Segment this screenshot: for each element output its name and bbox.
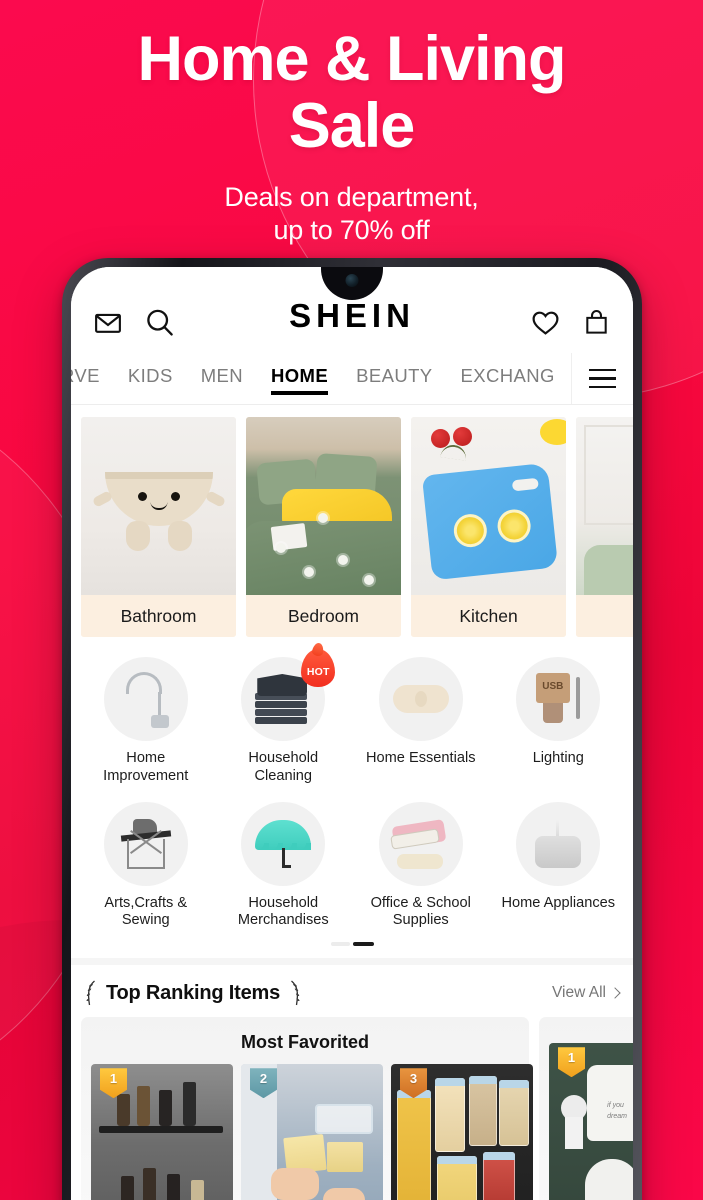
subcategory-household-merchandises[interactable]: Household Merchandises	[215, 796, 353, 941]
nav-tab-beauty[interactable]: BEAUTY	[356, 361, 432, 397]
nav-tab-exchange[interactable]: EXCHANG	[461, 361, 555, 397]
promo-title-line2: Sale	[288, 91, 416, 162]
subcategory-home-essentials[interactable]: Home Essentials	[352, 651, 490, 796]
ranking-card-title: Most Favorited	[240, 1032, 369, 1053]
nav-tab-list[interactable]: RVE KIDS MEN HOME BEAUTY EXCHANG	[71, 353, 571, 404]
category-card-label: Bedroom	[246, 595, 401, 637]
subcategory-label: Household Cleaning	[248, 750, 319, 784]
category-card-label: Bathroom	[81, 595, 236, 637]
top-ranking-title: Top Ranking Items	[106, 981, 281, 1004]
view-all-label: View All	[552, 984, 606, 1002]
ranking-card-next[interactable]: 1 if you dream	[539, 1017, 633, 1200]
ranking-item-1[interactable]: 1 if you dream	[549, 1043, 633, 1200]
subcategory-arts-crafts-sewing[interactable]: Arts,Crafts & Sewing	[77, 796, 215, 941]
category-card-kitchen[interactable]: Kitchen	[411, 417, 566, 637]
grid-pagination-indicator[interactable]	[71, 940, 633, 959]
subcategory-household-cleaning[interactable]: HOT Household Cleaning	[215, 649, 353, 796]
envelope-icon[interactable]	[93, 308, 123, 343]
subcategory-label: Arts,Crafts & Sewing	[104, 894, 188, 929]
laurel-right-icon	[291, 980, 300, 1006]
umbrella-icon	[241, 801, 326, 886]
category-card-living[interactable]: L	[576, 417, 633, 637]
category-card-label: L	[576, 595, 633, 637]
cutting-board-image	[411, 417, 566, 595]
shopping-bag-icon[interactable]	[582, 308, 611, 342]
promo-page: Home & Living Sale Deals on department, …	[0, 0, 703, 1200]
chevron-right-icon	[609, 987, 621, 999]
sewing-machine-icon	[103, 801, 188, 886]
category-card-bedroom[interactable]: Bedroom	[246, 417, 401, 637]
subcategory-office-school-supplies[interactable]: Office & School Supplies	[352, 796, 490, 941]
cleaning-cloths-icon: HOT	[241, 649, 336, 741]
humidifier-icon	[516, 801, 601, 886]
subcategory-label: Household Merchandises	[237, 894, 329, 929]
category-card-carousel[interactable]: Bathroom Bedroom Kitchen	[71, 405, 633, 637]
ranking-card-carousel[interactable]: Most Favorited 1 2 3 1 if you dream	[71, 1017, 633, 1200]
category-card-label: Kitchen	[411, 595, 566, 637]
subcategory-label: Home Essentials	[366, 750, 476, 766]
hamburger-menu-icon[interactable]	[571, 353, 633, 404]
subcategory-home-improvement[interactable]: Home Improvement	[77, 651, 215, 796]
phone-mockup: SHEIN VE KIDS MEN HOME BEAUTY EXCHANG Ba…	[62, 258, 642, 1200]
promo-title-line1: Home & Living	[137, 24, 566, 94]
nav-tab-curve[interactable]: RVE	[71, 361, 100, 397]
subcategory-label: Home Improvement	[103, 750, 189, 784]
pencil-case-icon	[378, 801, 463, 886]
decorative-script-text: if you dream	[607, 1102, 627, 1120]
nav-tab-men[interactable]: MEN	[201, 361, 243, 397]
subcategory-lighting[interactable]: USB Lighting	[490, 651, 628, 796]
subcategory-label: Lighting	[532, 750, 584, 766]
sleep-mask-icon	[378, 657, 463, 741]
category-card-bathroom[interactable]: Bathroom	[81, 417, 236, 637]
ranking-thumbnail-list: 1 if you dream	[549, 1043, 633, 1200]
ranking-item-3[interactable]: 3	[391, 1064, 533, 1200]
usb-lamp-icon: USB	[516, 657, 601, 741]
ranking-thumbnail-list: 1 2 3	[91, 1064, 533, 1200]
category-nav-bar: RVE KIDS MEN HOME BEAUTY EXCHANG	[71, 353, 633, 405]
promo-header: Home & Living Sale Deals on department, …	[0, 0, 703, 247]
faucet-icon	[103, 657, 188, 741]
smiley-ceramic-bowl-image	[81, 417, 236, 595]
promo-subtitle-line2: up to 70% off	[273, 214, 430, 245]
phone-screen: SHEIN VE KIDS MEN HOME BEAUTY EXCHANG Ba…	[71, 267, 633, 1200]
subcategory-label: Office & School Supplies	[370, 894, 471, 929]
heart-icon[interactable]	[530, 307, 561, 343]
subcategory-row-1: Home Improvement HOT Household Cleaning	[77, 649, 628, 796]
hot-badge: HOT	[301, 649, 336, 687]
subcategory-label: Home Appliances	[501, 894, 616, 911]
nav-tab-home[interactable]: HOME	[271, 361, 329, 397]
ranking-item-2[interactable]: 2	[241, 1064, 383, 1200]
ranking-item-1[interactable]: 1	[91, 1064, 233, 1200]
subcategory-row-2: Arts,Crafts & Sewing Household Merchandi…	[77, 796, 627, 941]
top-ranking-header: Top Ranking Items View All	[71, 965, 633, 1018]
ranking-card-title	[549, 1027, 633, 1043]
subcategory-icon-grid: Home Improvement HOT Household Cleaning	[71, 637, 633, 941]
rank-badge: 1	[558, 1047, 585, 1078]
living-room-image	[576, 417, 633, 595]
ranking-card-most-favorited[interactable]: Most Favorited 1 2 3	[81, 1017, 533, 1200]
nav-tab-kids[interactable]: KIDS	[128, 361, 173, 397]
section-divider	[71, 958, 633, 966]
laurel-left-icon	[86, 980, 95, 1006]
pagination-dot-2[interactable]	[352, 942, 374, 947]
pagination-dot-1[interactable]	[330, 942, 350, 947]
subcategory-home-appliances[interactable]: Home Appliances	[490, 796, 628, 941]
search-icon[interactable]	[144, 307, 175, 343]
promo-subtitle-line1: Deals on department,	[224, 181, 479, 212]
bedding-image	[246, 417, 401, 595]
view-all-button[interactable]: View All	[552, 984, 621, 1002]
